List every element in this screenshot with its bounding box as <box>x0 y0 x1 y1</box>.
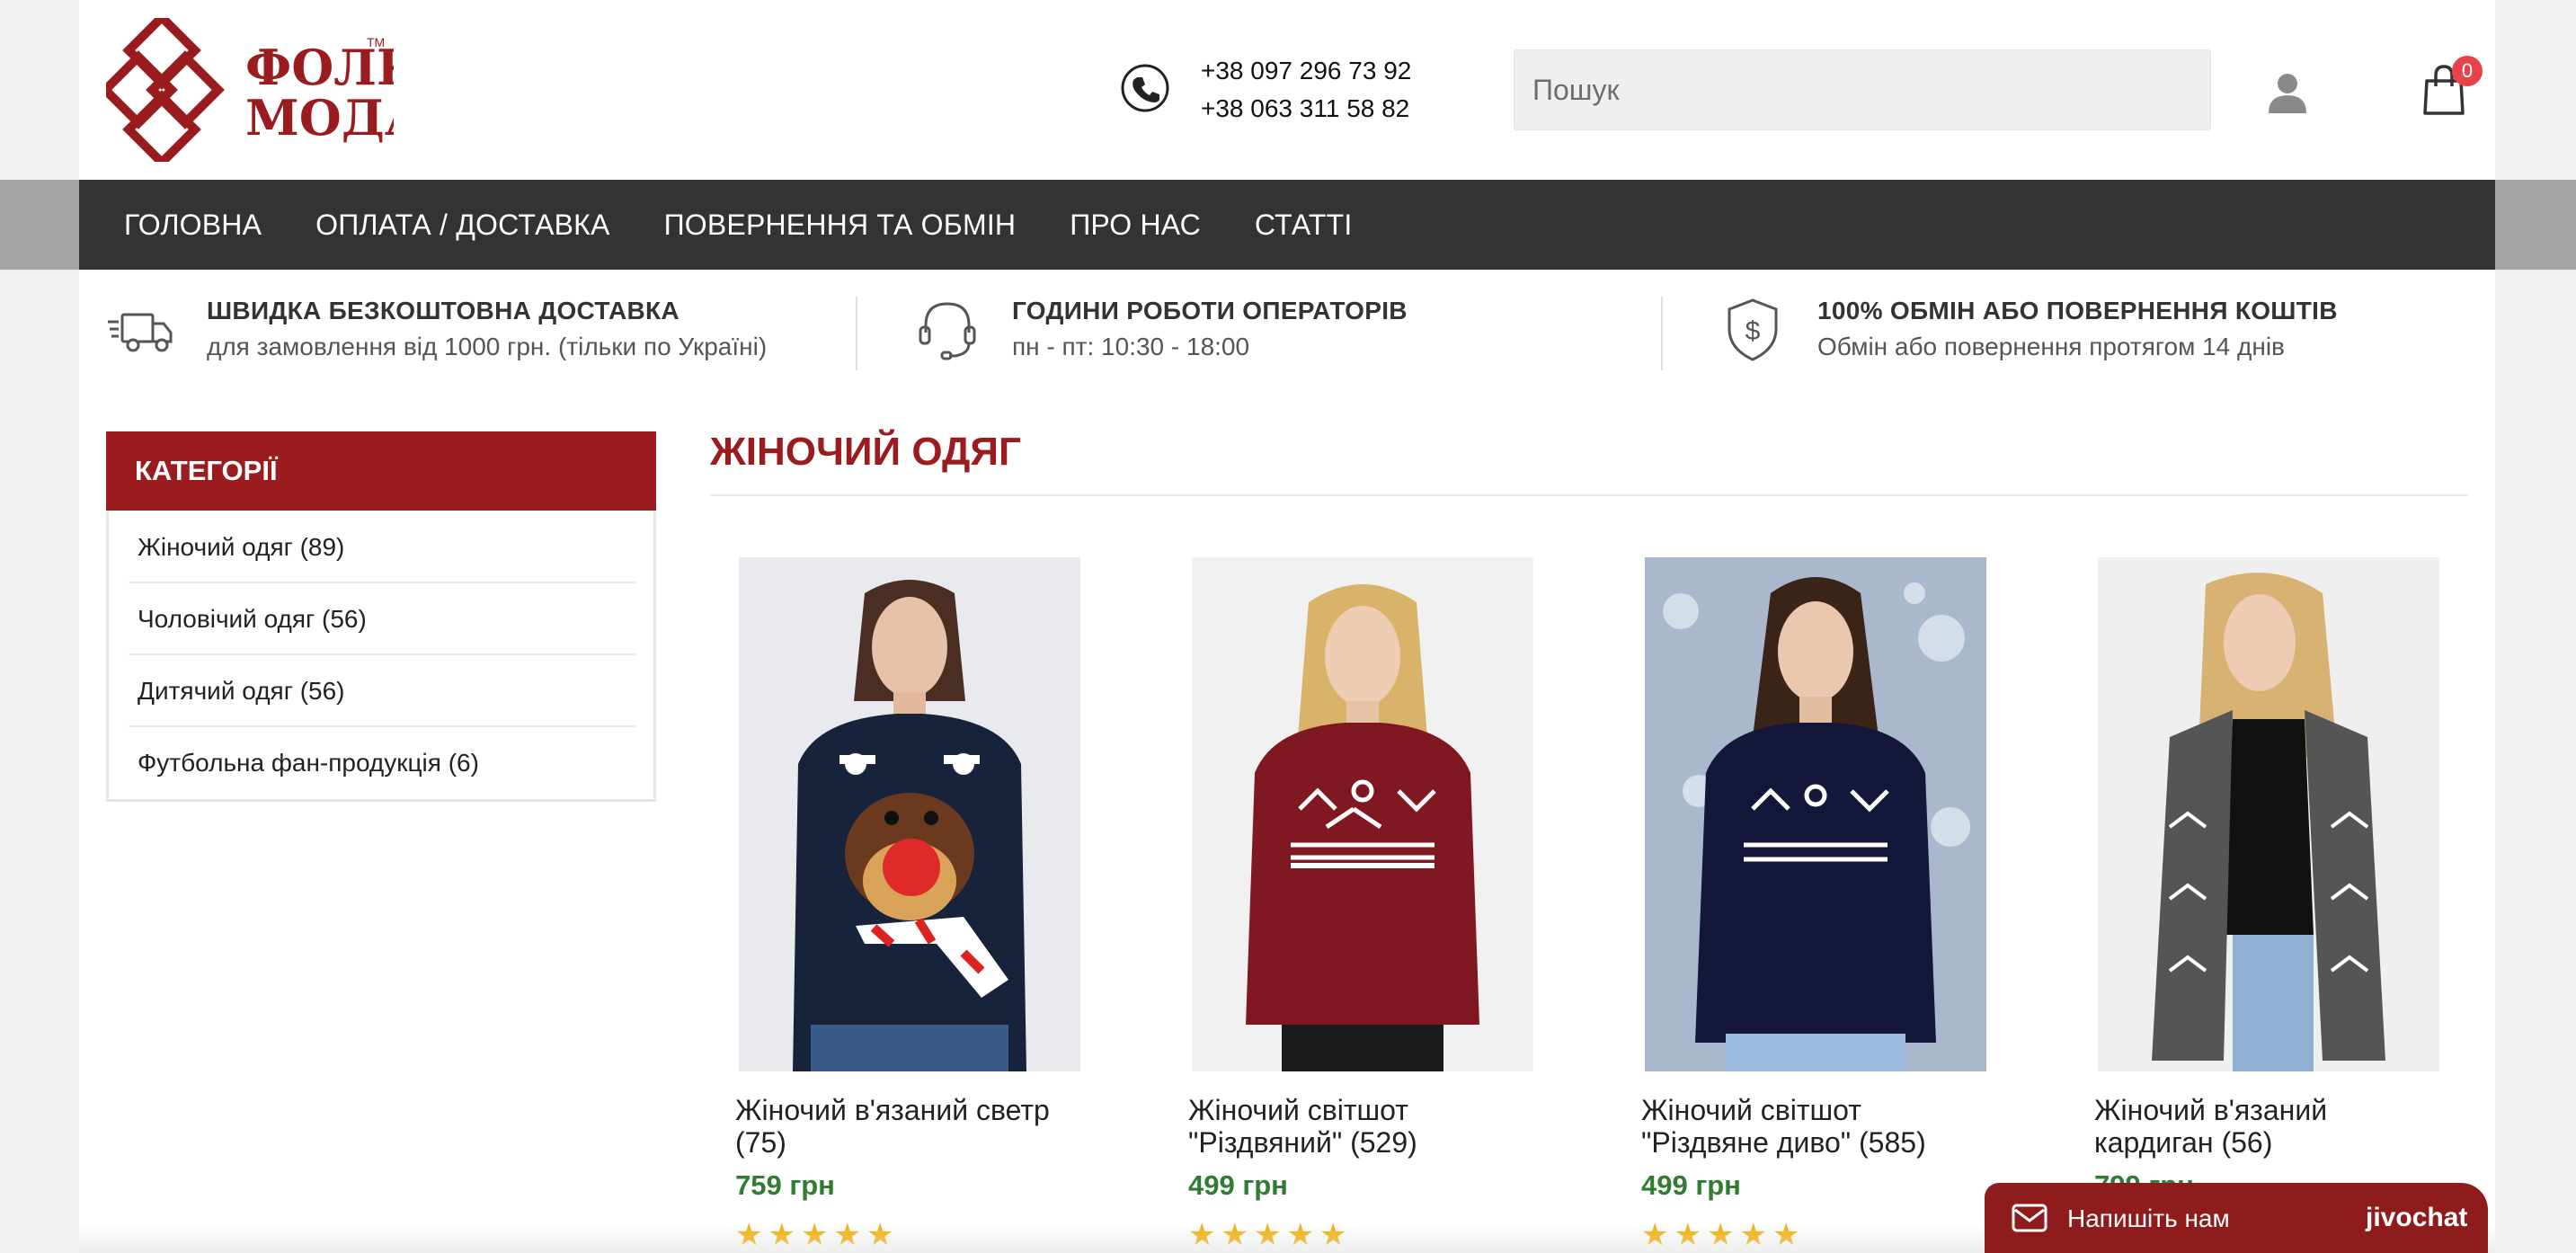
feature-subtitle: для замовлення від 1000 грн. (тільки по … <box>207 333 768 360</box>
product-price: 499 грн <box>1641 1169 1741 1201</box>
shield-dollar-icon: $ <box>1728 298 1778 361</box>
product-name[interactable]: Жіночий в'язаний кардиган (56) <box>2094 1094 2472 1159</box>
product-price: 499 грн <box>1188 1169 1288 1201</box>
product-name[interactable]: Жіночий в'язаний светр (75) <box>735 1094 1113 1159</box>
feature-subtitle: Обмін або повернення протягом 14 днів <box>1817 333 2285 360</box>
phone-numbers: +38 097 296 73 92 +38 063 311 58 82 <box>1201 52 1411 128</box>
product-card[interactable]: Жіночий світшот "Різдвяний" (529) 499 гр… <box>1188 557 1566 1250</box>
phone-icon <box>1121 64 1169 112</box>
feature-subtitle: пн - пт: 10:30 - 18:00 <box>1012 333 1250 360</box>
svg-text:TM: TM <box>367 35 385 49</box>
cart-count-badge: 0 <box>2452 56 2483 86</box>
nav-payment-delivery[interactable]: ОПЛАТА / ДОСТАВКА <box>315 209 609 242</box>
nav-about[interactable]: ПРО НАС <box>1070 209 1201 242</box>
search-input[interactable] <box>1514 49 2211 130</box>
categories-title: КАТЕГОРІЇ <box>106 431 656 511</box>
chat-brand: jivochat <box>2366 1203 2468 1232</box>
product-name[interactable]: Жіночий світшот "Різдвяний" (529) <box>1188 1094 1566 1159</box>
category-item-men[interactable]: Чоловічий одяг (56) <box>129 583 635 655</box>
feature-title: 100% ОБМІН АБО ПОВЕРНЕННЯ КОШТІВ <box>1817 297 2338 324</box>
product-image[interactable] <box>1645 557 1986 1071</box>
folk-moda-logo[interactable]: ФОЛК МОДА TM <box>106 18 394 162</box>
page-container: ФОЛК МОДА TM +38 097 296 73 92 +38 063 3… <box>79 0 2495 1253</box>
feature-title: ШВИДКА БЕЗКОШТОВНА ДОСТАВКА <box>207 297 680 324</box>
nav-returns-exchange[interactable]: ПОВЕРНЕННЯ ТА ОБМІН <box>664 209 1017 242</box>
user-account-icon[interactable] <box>2265 70 2310 115</box>
product-image[interactable] <box>1192 557 1533 1071</box>
svg-text:МОДА: МОДА <box>245 89 394 147</box>
page-title: ЖІНОЧИЙ ОДЯГ <box>710 430 1021 474</box>
headset-icon <box>919 302 976 360</box>
product-image[interactable] <box>739 557 1080 1071</box>
phone-number[interactable]: +38 097 296 73 92 <box>1201 52 1411 90</box>
category-item-kids[interactable]: Дитячий одяг (56) <box>129 655 635 727</box>
categories-panel: КАТЕГОРІЇ Жіночий одяг (89) Чоловічий од… <box>106 431 656 802</box>
envelope-icon <box>2012 1204 2047 1232</box>
chat-widget-button[interactable]: Напишіть нам jivochat <box>1985 1183 2488 1253</box>
main-navigation: ГОЛОВНА ОПЛАТА / ДОСТАВКА ПОВЕРНЕННЯ ТА … <box>79 180 2495 270</box>
category-item-football[interactable]: Футбольна фан-продукція (6) <box>129 727 635 799</box>
features-bar: ШВИДКА БЕЗКОШТОВНА ДОСТАВКА для замовлен… <box>79 286 2495 376</box>
product-card[interactable]: Жіночий світшот "Різдвяне диво" (585) 49… <box>1641 557 2019 1250</box>
feature-divider <box>1661 297 1663 370</box>
phone-number[interactable]: +38 063 311 58 82 <box>1201 90 1411 128</box>
chat-label[interactable]: Напишіть нам <box>2067 1204 2230 1233</box>
product-card[interactable]: Жіночий в'язаний светр (75) 759 грн ★★★★… <box>735 557 1113 1250</box>
product-price: 759 грн <box>735 1169 835 1201</box>
truck-icon <box>108 313 173 352</box>
product-name[interactable]: Жіночий світшот "Різдвяне диво" (585) <box>1641 1094 2019 1159</box>
nav-home[interactable]: ГОЛОВНА <box>124 209 262 242</box>
feature-title: ГОДИНИ РОБОТИ ОПЕРАТОРІВ <box>1012 297 1408 324</box>
feature-divider <box>856 297 857 370</box>
title-divider <box>710 494 2468 496</box>
category-item-women[interactable]: Жіночий одяг (89) <box>129 511 635 583</box>
nav-articles[interactable]: СТАТТІ <box>1255 209 1353 242</box>
svg-text:$: $ <box>1745 316 1761 346</box>
categories-list: Жіночий одяг (89) Чоловічий одяг (56) Ди… <box>129 511 635 799</box>
product-card[interactable]: Жіночий в'язаний кардиган (56) 799 грн <box>2094 557 2472 1202</box>
product-image[interactable] <box>2098 557 2439 1071</box>
